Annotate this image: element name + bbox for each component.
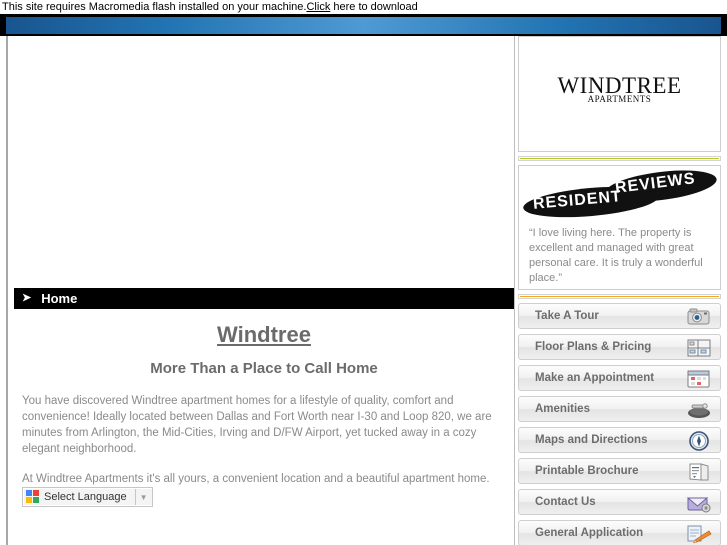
flash-plugin-notice: This site requires Macromedia flash inst…: [0, 0, 727, 14]
flash-download-link[interactable]: Click: [306, 1, 330, 13]
brochure-icon: [686, 461, 712, 483]
sidebar-item-label: Contact Us: [535, 496, 596, 508]
intro-paragraph-2: At Windtree Apartments it's all yours, a…: [22, 473, 490, 485]
sidebar-item-general-application[interactable]: General Application: [518, 520, 721, 545]
sidebar-item-label: Printable Brochure: [535, 465, 639, 477]
resident-review-quote: “I love living here. The property is exc…: [529, 227, 703, 284]
language-selector[interactable]: Select Language ▼: [22, 487, 153, 507]
page-subtitle: More Than a Place to Call Home: [150, 360, 378, 377]
flash-notice-text: This site requires Macromedia flash inst…: [2, 1, 307, 13]
page-root: This site requires Macromedia flash inst…: [0, 0, 727, 545]
floorplan-icon: [686, 337, 712, 359]
logo: WINDTREE APARTMENTS: [519, 74, 720, 104]
sidebar-nav: Take A Tour Floor Plans & Pricing Make a…: [518, 303, 721, 545]
calendar-icon: [686, 368, 712, 390]
breadcrumb-label: Home: [41, 291, 78, 306]
google-translate-icon: [26, 490, 40, 504]
flash-movie-stage[interactable]: [8, 36, 514, 288]
sidebar-item-make-an-appointment[interactable]: Make an Appointment: [518, 365, 721, 391]
intro-paragraph-1: You have discovered Windtree apartment h…: [22, 395, 492, 455]
divider-orange: [518, 294, 721, 299]
envelope-icon: [686, 492, 712, 514]
sidebar-item-contact-us[interactable]: Contact Us: [518, 489, 721, 515]
divider-green: [518, 156, 721, 161]
sidebar-item-label: Floor Plans & Pricing: [535, 341, 652, 353]
page-title: Windtree: [217, 322, 311, 347]
main-column: ➤ Home Windtree More Than a Place to Cal…: [6, 36, 515, 545]
sidebar-item-label: Take A Tour: [535, 310, 599, 322]
sidebar-item-take-a-tour[interactable]: Take A Tour: [518, 303, 721, 329]
sidebar-item-label: Maps and Directions: [535, 434, 648, 446]
sidebar-item-label: General Application: [535, 527, 644, 539]
breadcrumb: ➤ Home: [14, 288, 514, 309]
sidebar-item-amenities[interactable]: Amenities: [518, 396, 721, 422]
logo-secondary-text: APARTMENTS: [587, 94, 652, 104]
language-selector-label: Select Language: [44, 491, 127, 503]
camera-icon: [686, 306, 712, 328]
flash-notice-text-after: here to download: [330, 1, 418, 13]
header-gradient: [6, 17, 721, 34]
main-content: Windtree More Than a Place to Call Home …: [14, 309, 514, 487]
pool-icon: [686, 399, 712, 421]
sidebar-item-printable-brochure[interactable]: Printable Brochure: [518, 458, 721, 484]
resident-reviews-panel: RESIDENT REVIEWS “I love living here. Th…: [518, 165, 721, 290]
pencil-form-icon: [686, 523, 712, 545]
compass-icon: [686, 430, 712, 452]
sidebar-item-maps-and-directions[interactable]: Maps and Directions: [518, 427, 721, 453]
breadcrumb-arrow-icon: ➤: [22, 292, 32, 304]
logo-panel: WINDTREE APARTMENTS: [518, 36, 721, 152]
resident-reviews-banner: RESIDENT REVIEWS: [519, 166, 720, 222]
sidebar-item-label: Amenities: [535, 403, 590, 415]
header-bar: [0, 14, 727, 36]
chevron-down-icon[interactable]: ▼: [134, 489, 152, 505]
sidebar-item-floor-plans-pricing[interactable]: Floor Plans & Pricing: [518, 334, 721, 360]
sidebar: WINDTREE APARTMENTS RESIDENT REVIEWS “I …: [518, 36, 721, 545]
sidebar-item-label: Make an Appointment: [535, 372, 655, 384]
